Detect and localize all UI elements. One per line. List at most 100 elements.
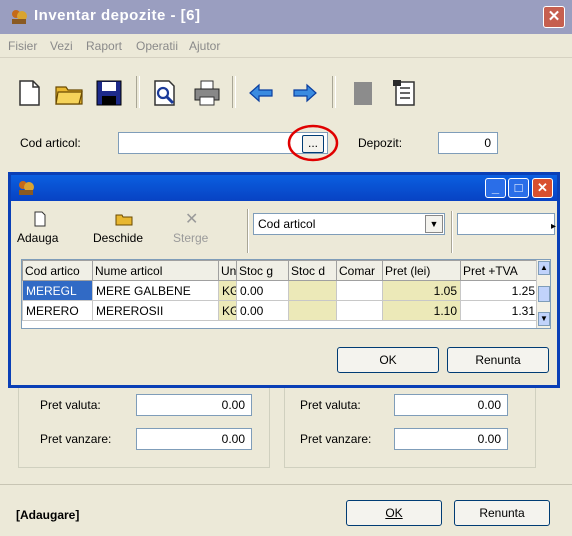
app-icon [12,10,27,24]
maximize-button[interactable]: □ [508,178,529,198]
table-cell[interactable]: MERE GALBENE [92,280,219,301]
print-icon[interactable] [192,78,222,108]
close-icon: ✕ [547,8,561,25]
new-file-icon[interactable] [14,78,44,108]
depozit-input[interactable]: 0 [438,132,498,154]
menu-ajutor[interactable]: Ajutor [189,39,220,53]
pret-valuta-label-2: Pret valuta: [300,398,361,412]
deschide-button[interactable]: Deschide [89,209,159,253]
ok-button[interactable]: OK [346,500,442,526]
scroll-up-icon[interactable]: ▲ [538,261,550,275]
toolbar-separator [136,76,140,108]
col-header[interactable]: Comar [336,260,383,281]
adauga-button[interactable]: Adauga [15,209,85,253]
table-row[interactable]: MEREGL MERE GALBENE KG 0.00 1.05 1.25 [22,280,539,301]
articles-grid: Cod artico Nume articol Un Stoc g Stoc d… [21,259,551,329]
col-header[interactable]: Stoc d [288,260,337,281]
lookup-dialog: _ □ ✕ Adauga Deschide ✕ Sterge Cod artic… [8,172,560,388]
col-header[interactable]: Un [218,260,237,281]
table-cell[interactable] [336,280,383,301]
pret-valuta-input[interactable]: 0.00 [136,394,252,416]
menu-fisier[interactable]: Fisier [8,39,37,53]
col-header[interactable]: Pret (lei) [382,260,461,281]
table-cell[interactable]: MERERO [22,300,93,321]
sort-field-value: Cod articol [258,217,316,231]
sterge-label: Sterge [173,231,209,245]
table-cell[interactable]: 0.00 [236,280,289,301]
col-header[interactable]: Stoc g [236,260,289,281]
cancel-button[interactable]: Renunta [454,500,550,526]
table-cell[interactable]: 1.25 [460,280,539,301]
status-mode: [Adaugare] [16,508,80,522]
title-bar: Inventar depozite - [6] ✕ [0,0,572,34]
toolbar-separator [232,76,236,108]
table-cell[interactable]: 0.00 [236,300,289,321]
col-header[interactable]: Pret +TVA [460,260,539,281]
deschide-label: Deschide [93,231,144,245]
sterge-button[interactable]: ✕ Sterge [163,209,223,253]
delete-icon: ✕ [185,211,199,228]
properties-icon[interactable] [390,78,420,108]
pret-vanzare-input-2[interactable]: 0.00 [394,428,508,450]
table-cell[interactable] [336,300,383,321]
popup-toolbar-separator [451,211,453,253]
save-icon[interactable] [94,78,124,108]
scroll-down-icon[interactable]: ▼ [538,312,550,326]
maximize-icon: □ [514,180,523,195]
open-folder-icon [115,214,133,226]
sort-field-select[interactable]: Cod articol ▼ [253,213,445,235]
table-cell[interactable]: MEREGL [22,280,93,301]
adauga-label: Adauga [17,231,59,245]
toolbar [0,60,572,120]
menu-raport[interactable]: Raport [86,39,122,53]
ok-button-label: OK [385,506,403,520]
arrow-left-icon[interactable] [246,78,276,108]
footer-divider [0,484,572,485]
annotation-circle [287,124,339,162]
chevron-down-icon[interactable]: ▼ [425,215,443,233]
table-cell[interactable] [288,300,337,321]
menu-bar: Fisier Vezi Raport Operatii Ajutor [0,34,572,58]
window-title: Inventar depozite - [6] [34,7,201,24]
arrow-right-icon[interactable] [290,78,320,108]
table-cell[interactable]: 1.05 [382,280,461,301]
menu-vezi[interactable]: Vezi [50,39,73,53]
pret-vanzare-label: Pret vanzare: [40,432,112,446]
col-header[interactable]: Nume articol [92,260,219,281]
lookup-cancel-button[interactable]: Renunta [447,347,549,373]
table-cell[interactable]: KG [218,280,237,301]
preview-icon[interactable] [150,78,180,108]
new-file-icon [34,211,46,227]
open-folder-icon[interactable] [54,78,84,108]
col-header[interactable]: Cod artico [22,260,93,281]
table-cell[interactable]: MEREROSII [92,300,219,321]
table-cell[interactable]: 1.10 [382,300,461,321]
note-icon[interactable] [348,78,378,108]
cancel-button-label: Renunta [479,506,525,520]
grid-header: Cod artico Nume articol Un Stoc g Stoc d… [22,260,539,281]
overflow-chevron-icon[interactable]: ▸ [551,221,556,232]
close-icon: ✕ [537,180,548,195]
table-cell[interactable]: KG [218,300,237,321]
toolbar-separator [332,76,336,108]
pret-vanzare-input[interactable]: 0.00 [136,428,252,450]
pret-valuta-label: Pret valuta: [40,398,101,412]
lookup-ok-button[interactable]: OK [337,347,439,373]
lookup-title-bar: _ □ ✕ [11,175,557,201]
table-row[interactable]: MERERO MEREROSII KG 0.00 1.10 1.31 [22,300,539,321]
grid-scrollbar[interactable]: ▲ ▼ [536,260,550,328]
table-cell[interactable] [288,280,337,301]
table-cell[interactable]: 1.31 [460,300,539,321]
lookup-close-button[interactable]: ✕ [532,178,553,198]
minimize-icon: _ [491,180,500,195]
close-button[interactable]: ✕ [543,6,565,28]
lookup-cancel-label: Renunta [475,353,521,367]
scroll-thumb[interactable] [538,286,550,302]
search-input[interactable] [457,213,555,235]
cod-articol-label: Cod articol: [20,136,81,150]
menu-operatii[interactable]: Operatii [136,39,178,53]
depozit-label: Depozit: [358,136,403,150]
popup-toolbar-separator [247,209,249,253]
minimize-button[interactable]: _ [485,178,506,198]
pret-valuta-input-2[interactable]: 0.00 [394,394,508,416]
